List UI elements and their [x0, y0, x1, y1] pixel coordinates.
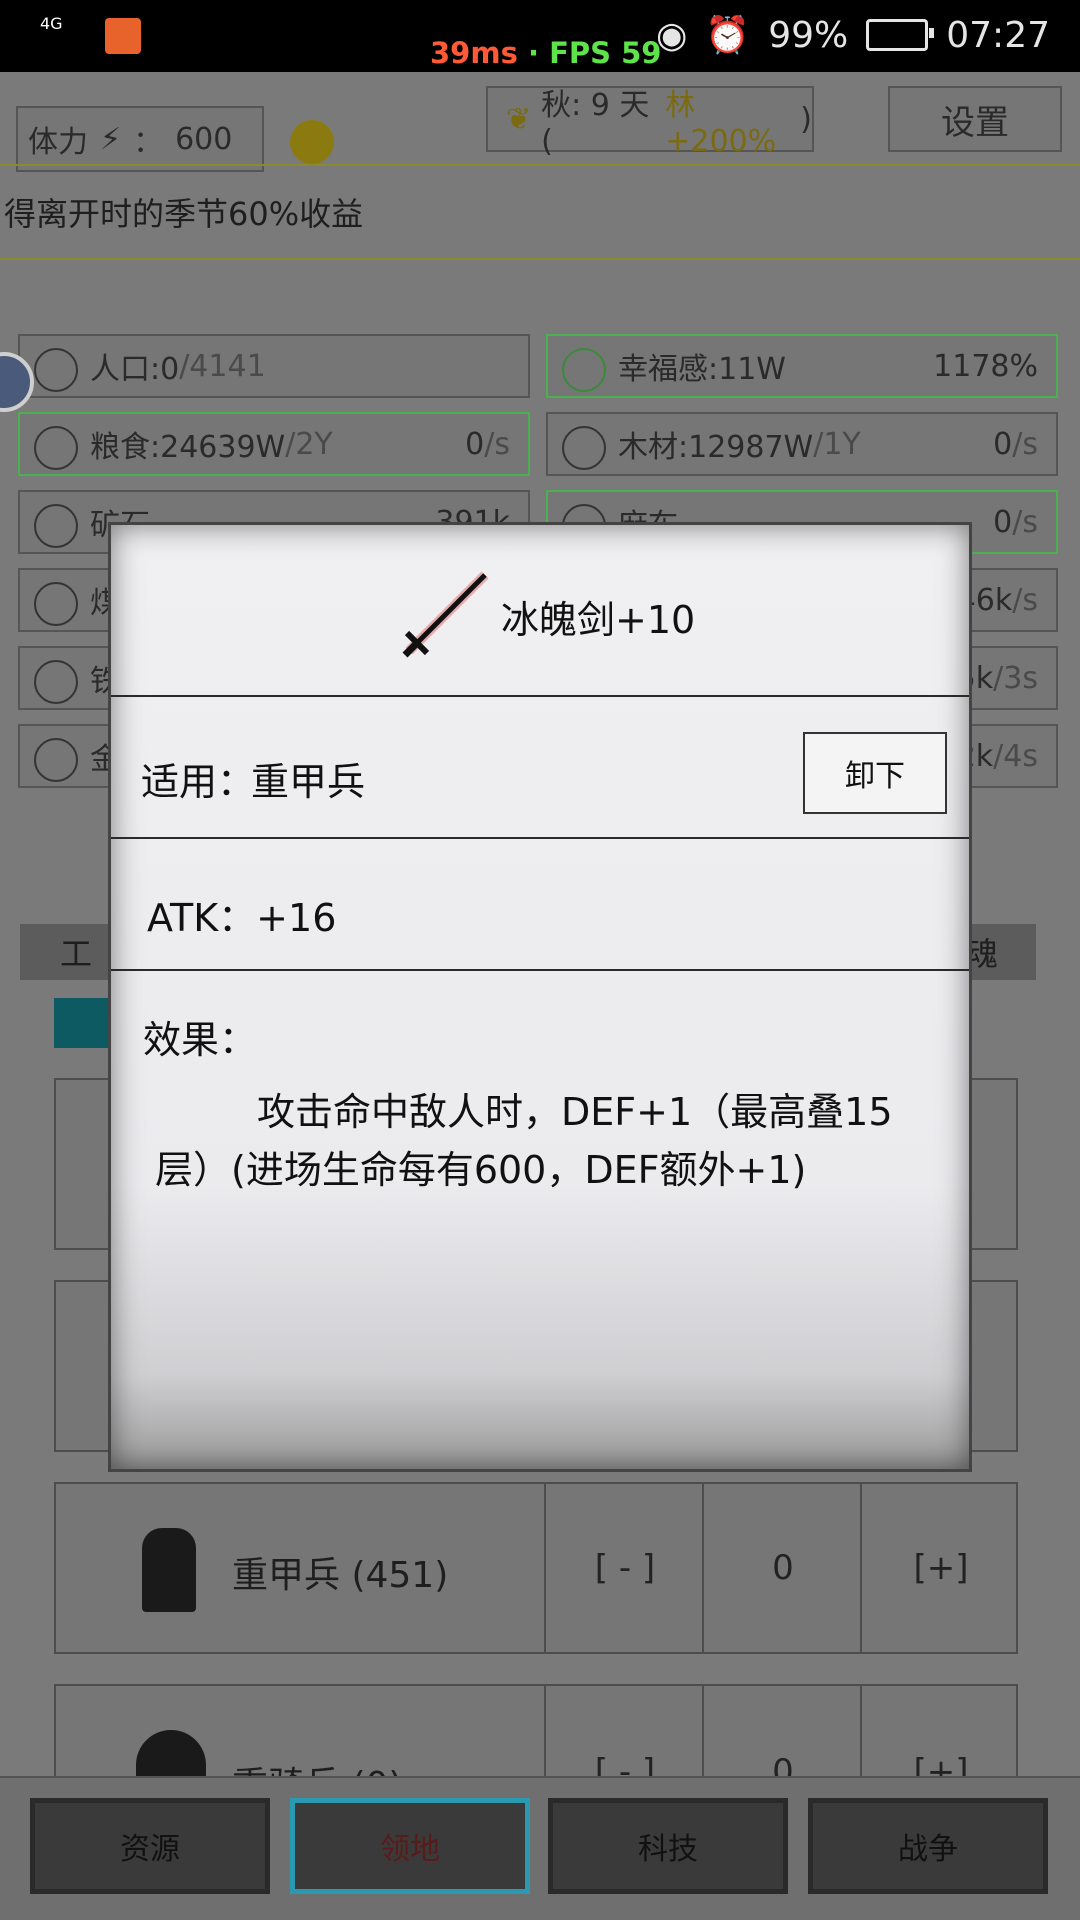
- applies-value: 重甲兵: [251, 760, 366, 804]
- smile-icon: [562, 348, 606, 392]
- sword-icon: [402, 571, 489, 658]
- unequip-button[interactable]: 卸下: [803, 732, 947, 814]
- stamina-box: 体力 ⚡ ： 600: [16, 106, 264, 172]
- nav-territory[interactable]: 领地: [290, 1798, 530, 1894]
- population-row: 人口:0/4141: [18, 334, 530, 398]
- network-indicator: 4G: [40, 14, 63, 33]
- stamina-label: 体力: [28, 125, 88, 160]
- divider: [111, 837, 969, 839]
- divider: [111, 695, 969, 697]
- divider: [111, 969, 969, 971]
- settings-button[interactable]: 设置: [888, 86, 1062, 152]
- leaf-icon: ❦: [506, 101, 532, 137]
- effect-label: 效果：: [143, 1018, 258, 1062]
- wood-row: 木材:12987W/1Y 0/s: [546, 412, 1058, 476]
- nav-war[interactable]: 战争: [808, 1798, 1048, 1894]
- increase-button[interactable]: [+]: [860, 1484, 1020, 1652]
- battery-icon: [866, 19, 935, 51]
- equipment-dialog: 冰魄剑+10 适用： 重甲兵 卸下 ATK：+16 效果： 攻击命中敌人时，DE…: [108, 522, 972, 1472]
- nav-tech[interactable]: 科技: [548, 1798, 788, 1894]
- decrease-button[interactable]: [ - ]: [544, 1484, 704, 1652]
- fps-counter: 39ms · FPS 59: [430, 36, 662, 70]
- effect-line-1: 攻击命中敌人时，DEF+1（最高叠15: [257, 1090, 893, 1134]
- unit-row: 重甲兵 (451) [ - ] 0 [+]: [54, 1482, 1018, 1654]
- knight-helmet-icon: [142, 1528, 196, 1612]
- alarm-icon: ⏰: [705, 15, 751, 56]
- status-bar: 4G 39ms · FPS 59 ◉ ⏰ 99% 07:27: [0, 0, 1080, 72]
- season-box: ❦ 秋: 9 天 (林+200%): [486, 86, 814, 159]
- app-notification-icon: [105, 18, 141, 54]
- atk-stat: ATK：+16: [147, 896, 337, 940]
- gold-icon: [34, 738, 78, 782]
- stamina-value: 600: [175, 121, 233, 157]
- wood-icon: [562, 426, 606, 470]
- sun-icon: [290, 120, 334, 164]
- applies-label: 适用：: [141, 760, 256, 804]
- unit-name: 重甲兵 (451): [232, 1555, 449, 1596]
- food-row: 粮食:24639W/2Y 0/s: [18, 412, 530, 476]
- ore-icon: [34, 504, 78, 548]
- status-right: ◉ ⏰ 99% 07:27: [655, 14, 1050, 57]
- coal-icon: [34, 582, 78, 626]
- lightning-icon: ⚡: [100, 121, 122, 157]
- clock: 07:27: [946, 14, 1050, 56]
- nav-resources[interactable]: 资源: [30, 1798, 270, 1894]
- battery-percent: 99%: [768, 14, 849, 56]
- happiness-row: 幸福感:11W 1178%: [546, 334, 1058, 398]
- unit-count: 0: [702, 1484, 862, 1652]
- effect-line-2: 层）(进场生命每有600，DEF额外+1): [155, 1148, 807, 1192]
- bottom-nav: 资源 领地 科技 战争: [0, 1776, 1080, 1920]
- iron-icon: [34, 660, 78, 704]
- offline-notice: 得离开时的季节60%收益: [0, 164, 1080, 260]
- people-icon: [34, 348, 78, 392]
- food-icon: [34, 426, 78, 470]
- equipment-title: 冰魄剑+10: [501, 598, 696, 642]
- eye-icon: ◉: [655, 14, 688, 56]
